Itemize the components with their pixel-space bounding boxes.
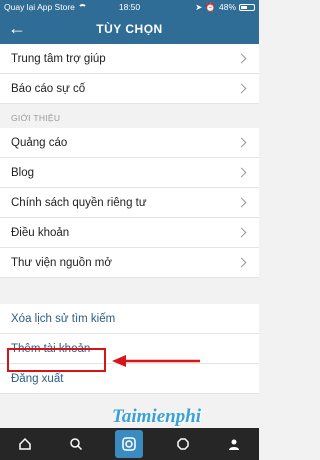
chevron-right-icon bbox=[236, 167, 247, 178]
menu-item-privacy-policy[interactable]: Chính sách quyền riêng tư bbox=[0, 188, 259, 218]
battery-icon bbox=[239, 3, 255, 11]
menu-item-label: Điều khoản bbox=[11, 226, 70, 239]
clear-search-history-button[interactable]: Xóa lịch sử tìm kiếm bbox=[0, 304, 259, 334]
status-bar: Quay lại App Store 18:50 ➤ ⏰ 48% bbox=[0, 0, 259, 14]
menu-item-terms[interactable]: Điều khoản bbox=[0, 218, 259, 248]
camera-icon bbox=[122, 437, 137, 451]
menu-item-label: Đăng xuất bbox=[11, 372, 64, 385]
menu-item-blog[interactable]: Blog bbox=[0, 158, 259, 188]
watermark-logo: Taimienphi bbox=[112, 406, 202, 427]
status-time: 18:50 bbox=[118, 2, 141, 12]
arrow-left-icon bbox=[112, 355, 200, 367]
highlight-box bbox=[7, 348, 106, 372]
section-divider bbox=[0, 278, 259, 304]
tab-profile[interactable] bbox=[223, 433, 245, 455]
menu-item-label: Báo cáo sự cố bbox=[11, 82, 86, 95]
menu-item-report-problem[interactable]: Báo cáo sự cố bbox=[0, 74, 259, 104]
chevron-right-icon bbox=[236, 53, 247, 64]
back-arrow-icon[interactable]: ← bbox=[8, 18, 26, 38]
chevron-right-icon bbox=[236, 83, 247, 94]
menu-item-label: Blog bbox=[11, 166, 35, 179]
options-list: Trung tâm trợ giúp Báo cáo sự cố GIỚI TH… bbox=[0, 44, 259, 394]
menu-item-label: Chính sách quyền riêng tư bbox=[11, 196, 147, 209]
activity-icon bbox=[177, 438, 189, 450]
tab-home[interactable] bbox=[14, 433, 36, 455]
menu-item-label: Thư viện nguồn mở bbox=[11, 256, 112, 269]
section-header-about: GIỚI THIỆU bbox=[0, 104, 259, 128]
chevron-right-icon bbox=[236, 197, 247, 208]
search-icon bbox=[70, 438, 82, 451]
chevron-right-icon bbox=[236, 227, 247, 238]
page-title: TÙY CHỌN bbox=[96, 22, 163, 36]
menu-item-label: Xóa lịch sử tìm kiếm bbox=[11, 312, 116, 325]
profile-icon bbox=[228, 439, 239, 450]
tab-search[interactable] bbox=[65, 433, 87, 455]
nav-bar: ← TÙY CHỌN bbox=[0, 14, 259, 44]
menu-item-label: Trung tâm trợ giúp bbox=[11, 52, 106, 65]
menu-item-ads[interactable]: Quảng cáo bbox=[0, 128, 259, 158]
menu-item-help-center[interactable]: Trung tâm trợ giúp bbox=[0, 44, 259, 74]
home-icon bbox=[19, 437, 32, 450]
chevron-right-icon bbox=[236, 257, 247, 268]
menu-item-label: Quảng cáo bbox=[11, 136, 68, 149]
menu-item-open-source-libraries[interactable]: Thư viện nguồn mở bbox=[0, 248, 259, 278]
tab-activity[interactable] bbox=[172, 433, 194, 455]
tab-camera[interactable] bbox=[115, 430, 144, 458]
tab-bar bbox=[0, 428, 259, 460]
chevron-right-icon bbox=[236, 137, 247, 148]
